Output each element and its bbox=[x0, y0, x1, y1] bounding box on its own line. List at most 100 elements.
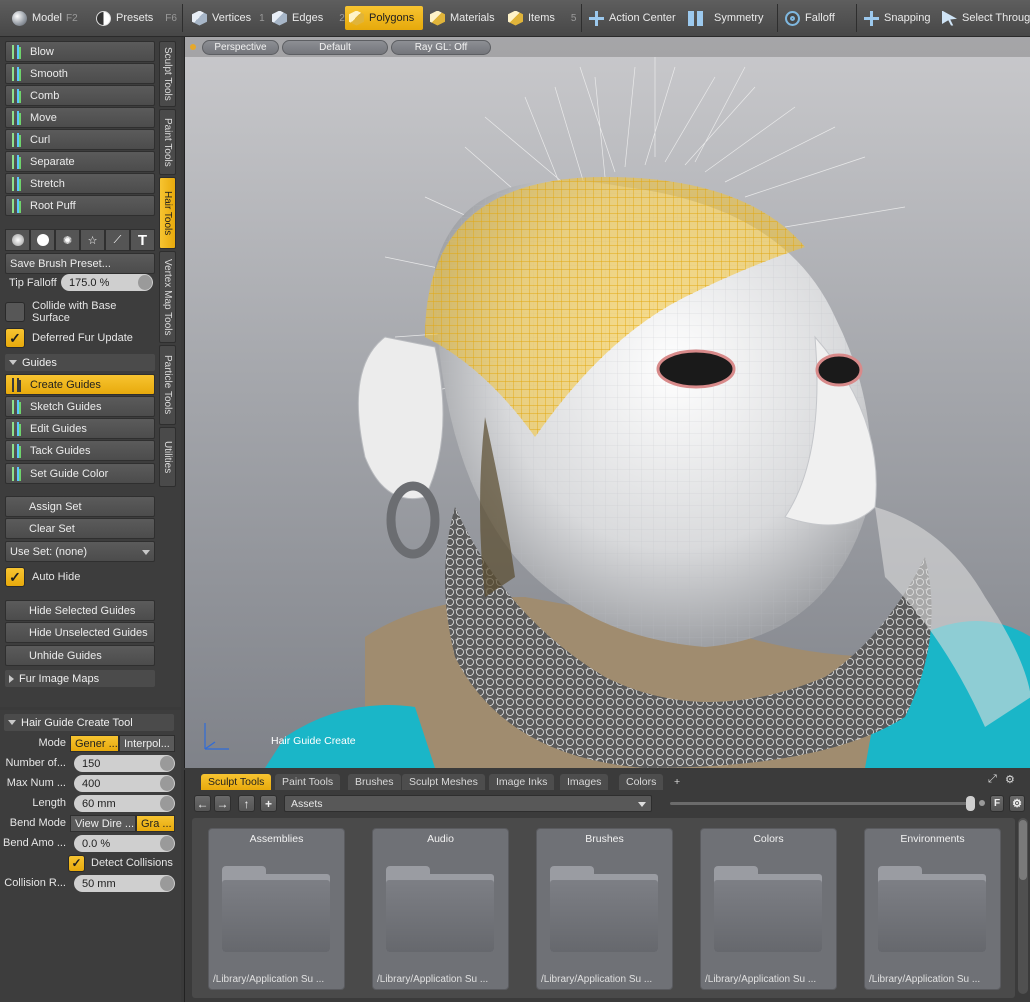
spinner-icon[interactable] bbox=[138, 275, 152, 290]
star-brush-button[interactable]: ☆ bbox=[80, 229, 105, 251]
hair-guide-create-header[interactable]: Hair Guide Create Tool bbox=[4, 714, 174, 731]
asset-folder-card[interactable]: Environments /Library/Application Su ... bbox=[864, 828, 1001, 990]
procedural-brush-button[interactable]: ⟋ bbox=[105, 229, 130, 251]
asset-folder-card[interactable]: Colors /Library/Application Su ... bbox=[700, 828, 837, 990]
deferred-checkbox[interactable]: ✓ bbox=[5, 328, 25, 348]
collision-radius-field[interactable]: 50 mm bbox=[74, 875, 175, 892]
tab-images[interactable]: Images bbox=[560, 774, 609, 790]
auto-hide-checkbox[interactable]: ✓ bbox=[5, 567, 25, 587]
spinner-icon[interactable] bbox=[160, 876, 174, 891]
max-num-field[interactable]: 400 bbox=[74, 775, 175, 792]
number-field[interactable]: 150 bbox=[74, 755, 175, 772]
edges-button[interactable]: Edges 2 bbox=[268, 6, 349, 30]
length-field[interactable]: 60 mm bbox=[74, 795, 175, 812]
perspective-dropdown[interactable]: Perspective bbox=[202, 40, 279, 55]
set-guide-color-button[interactable]: Set Guide Color bbox=[5, 463, 155, 484]
snapping-button[interactable]: Snapping bbox=[860, 6, 935, 30]
asset-scrollbar[interactable] bbox=[1018, 818, 1028, 994]
root-puff-button[interactable]: Root Puff bbox=[5, 195, 155, 216]
presets-tab[interactable]: Presets F6 bbox=[92, 6, 181, 30]
3d-viewport[interactable]: Perspective Default Ray GL: Off Hair Gui… bbox=[184, 37, 1030, 768]
blow-button[interactable]: Blow bbox=[5, 41, 155, 62]
smooth-button[interactable]: Smooth bbox=[5, 63, 155, 84]
detect-collisions-checkbox[interactable]: ✓ bbox=[68, 854, 85, 872]
spinner-icon[interactable] bbox=[160, 776, 174, 791]
browser-settings-button[interactable]: ⚙ bbox=[1009, 795, 1025, 812]
model-tab[interactable]: Model F2 bbox=[8, 6, 82, 30]
tab-sculpt-tools-browser[interactable]: Sculpt Tools bbox=[201, 774, 272, 790]
asset-folder-card[interactable]: Audio /Library/Application Su ... bbox=[372, 828, 509, 990]
spinner-icon[interactable] bbox=[160, 756, 174, 771]
polygons-button[interactable]: Polygons bbox=[345, 6, 423, 30]
assign-set-button[interactable]: Assign Set bbox=[5, 496, 155, 517]
fur-image-maps-header[interactable]: Fur Image Maps bbox=[5, 670, 155, 687]
add-tab-button[interactable]: + bbox=[667, 774, 687, 790]
use-set-dropdown[interactable]: Use Set: (none) bbox=[5, 541, 155, 562]
curl-button[interactable]: Curl bbox=[5, 129, 155, 150]
collide-checkbox[interactable] bbox=[5, 302, 25, 322]
mode-interpolate-option[interactable]: Interpol... bbox=[119, 735, 175, 752]
create-guides-button[interactable]: Create Guides bbox=[5, 374, 155, 395]
tab-image-inks[interactable]: Image Inks bbox=[489, 774, 555, 790]
bend-amount-field[interactable]: 0.0 % bbox=[74, 835, 175, 852]
sketch-guides-button[interactable]: Sketch Guides bbox=[5, 396, 155, 417]
tack-guides-button[interactable]: Tack Guides bbox=[5, 440, 155, 461]
unhide-guides-button[interactable]: Unhide Guides bbox=[5, 645, 155, 666]
viewport-menu-dot-icon[interactable] bbox=[190, 44, 196, 50]
tab-utilities[interactable]: Utilities bbox=[159, 427, 176, 487]
up-directory-button[interactable]: ↑ bbox=[238, 795, 255, 812]
bend-mode-gravity-option[interactable]: Gra ... bbox=[136, 815, 175, 832]
guides-section-header[interactable]: Guides bbox=[5, 354, 155, 371]
move-button[interactable]: Move bbox=[5, 107, 155, 128]
tab-sculpt-tools[interactable]: Sculpt Tools bbox=[159, 41, 176, 107]
slider-handle[interactable] bbox=[966, 796, 975, 811]
forward-button[interactable]: → bbox=[214, 795, 231, 812]
browser-tab-label: Sculpt Meshes bbox=[409, 776, 478, 788]
arrow-left-icon: ← bbox=[196, 796, 209, 811]
add-button[interactable]: + bbox=[260, 795, 277, 812]
tab-hair-tools[interactable]: Hair Tools bbox=[159, 177, 176, 249]
separate-button[interactable]: Separate bbox=[5, 151, 155, 172]
clear-set-button[interactable]: Clear Set bbox=[5, 518, 155, 539]
tab-particle-tools[interactable]: Particle Tools bbox=[159, 345, 176, 425]
spinner-icon[interactable] bbox=[160, 796, 174, 811]
spinner-icon[interactable] bbox=[160, 836, 174, 851]
comb-button[interactable]: Comb bbox=[5, 85, 155, 106]
hide-unselected-button[interactable]: Hide Unselected Guides bbox=[5, 622, 155, 643]
tab-colors[interactable]: Colors bbox=[619, 774, 664, 790]
filter-button[interactable]: F bbox=[990, 795, 1004, 812]
splat-brush-button[interactable]: ✺ bbox=[55, 229, 80, 251]
symmetry-button[interactable]: Symmetry bbox=[684, 6, 768, 30]
tab-paint-tools[interactable]: Paint Tools bbox=[159, 109, 176, 175]
asset-folder-card[interactable]: Brushes /Library/Application Su ... bbox=[536, 828, 673, 990]
hard-brush-button[interactable] bbox=[30, 229, 55, 251]
tab-brushes[interactable]: Brushes bbox=[348, 774, 401, 790]
tab-sculpt-meshes[interactable]: Sculpt Meshes bbox=[402, 774, 485, 790]
select-through-button[interactable]: Select Through bbox=[938, 6, 1030, 30]
vertices-button[interactable]: Vertices 1 bbox=[188, 6, 269, 30]
scrollbar-thumb[interactable] bbox=[1019, 820, 1027, 880]
assets-dropdown[interactable]: Assets bbox=[284, 795, 652, 812]
materials-button[interactable]: Materials bbox=[426, 6, 499, 30]
hide-selected-button[interactable]: Hide Selected Guides bbox=[5, 600, 155, 621]
action-center-button[interactable]: Action Center bbox=[585, 6, 680, 30]
falloff-button[interactable]: Falloff bbox=[781, 6, 839, 30]
tab-paint-tools-browser[interactable]: Paint Tools bbox=[275, 774, 341, 790]
expand-icon[interactable]: ⤢ bbox=[988, 773, 997, 786]
tip-falloff-field[interactable]: 175.0 % bbox=[61, 274, 153, 291]
items-button[interactable]: Items 5 bbox=[504, 6, 580, 30]
soft-brush-button[interactable] bbox=[5, 229, 30, 251]
save-brush-preset-button[interactable]: Save Brush Preset... bbox=[5, 253, 155, 274]
raygl-dropdown[interactable]: Ray GL: Off bbox=[391, 40, 491, 55]
stretch-button[interactable]: Stretch bbox=[5, 173, 155, 194]
mode-generate-option[interactable]: Gener ... bbox=[70, 735, 119, 752]
shading-dropdown[interactable]: Default bbox=[282, 40, 388, 55]
back-button[interactable]: ← bbox=[194, 795, 211, 812]
bend-mode-view-option[interactable]: View Dire ... bbox=[70, 815, 136, 832]
tab-vertex-map-tools[interactable]: Vertex Map Tools bbox=[159, 251, 176, 343]
gear-icon[interactable]: ⚙ bbox=[1005, 773, 1015, 786]
edit-guides-button[interactable]: Edit Guides bbox=[5, 418, 155, 439]
asset-folder-card[interactable]: Assemblies /Library/Application Su ... bbox=[208, 828, 345, 990]
thumbnail-size-slider[interactable] bbox=[670, 802, 970, 805]
text-brush-button[interactable]: T bbox=[130, 229, 155, 251]
